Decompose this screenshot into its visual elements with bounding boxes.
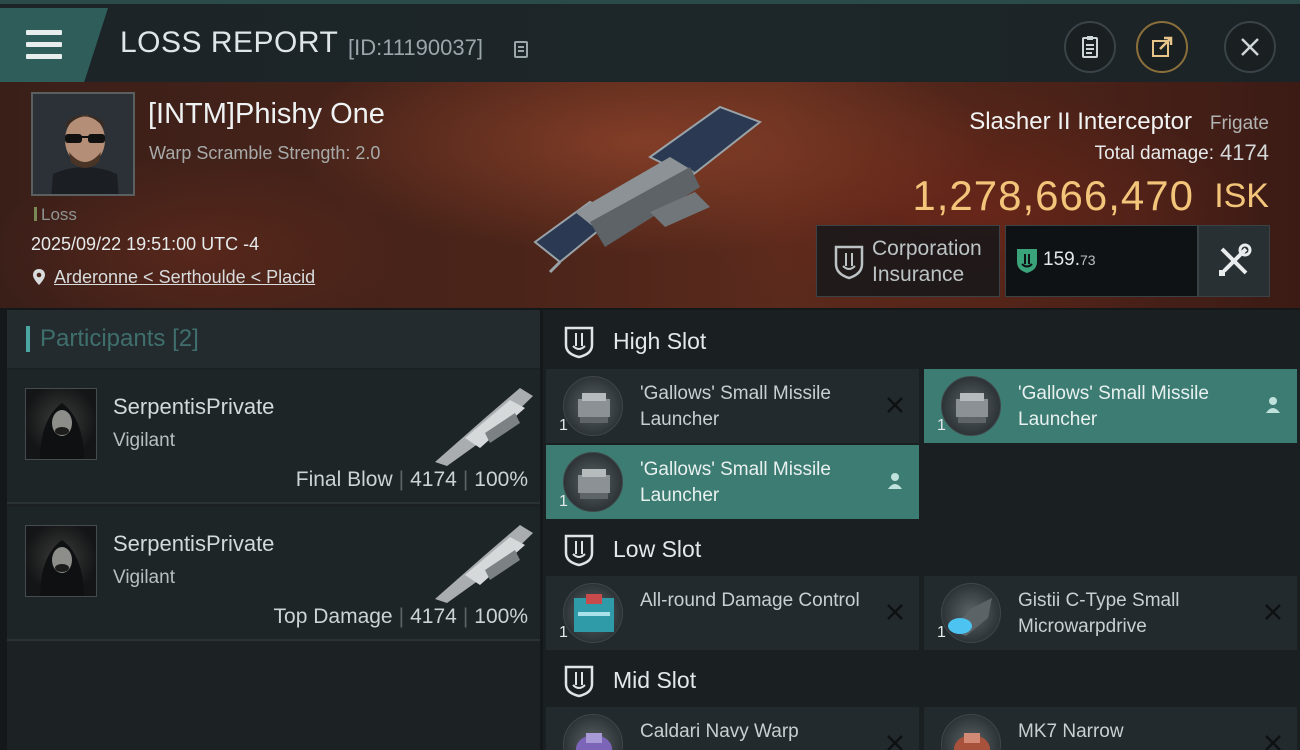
- module-item[interactable]: 1 Gistii C-Type Small Microwarpdrive: [924, 576, 1297, 650]
- module-qty: 1: [559, 624, 568, 641]
- total-damage-value: 4174: [1220, 140, 1269, 165]
- destroyed-x-icon: [1265, 735, 1281, 750]
- participant-ship: Vigilant: [113, 567, 175, 588]
- module-name: 'Gallows' Small Missile Launcher: [640, 459, 831, 506]
- dropped-person-icon: [1266, 397, 1280, 413]
- module-name: Gistii C-Type Small Microwarpdrive: [1018, 590, 1180, 637]
- participant-percent: 100%: [474, 605, 528, 628]
- module-item[interactable]: Caldari Navy Warp: [546, 707, 919, 750]
- victim-ship-image: [533, 105, 763, 274]
- low-slot-icon: [564, 534, 594, 567]
- fitting-button[interactable]: [1198, 225, 1270, 297]
- participant-ship-image: [435, 388, 533, 466]
- victim-pilot-name[interactable]: [INTM]Phishy One: [148, 98, 385, 131]
- destroyed-x-icon: [887, 604, 903, 620]
- copy-icon[interactable]: [514, 41, 528, 58]
- loss-tag: Loss: [34, 205, 77, 225]
- module-item[interactable]: 1 'Gallows' Small Missile Launcher: [546, 369, 919, 443]
- loss-datetime: 2025/09/22 19:51:00 UTC -4: [31, 234, 260, 254]
- mid-slot-title: Mid Slot: [613, 667, 697, 693]
- module-name: All-round Damage Control: [640, 590, 860, 611]
- destroyed-x-icon: [887, 735, 903, 750]
- clipboard-button[interactable]: [1064, 21, 1116, 73]
- report-id: [ID:11190037]: [348, 35, 483, 60]
- participants-accent-bar: [26, 326, 30, 352]
- mid-slot-icon: [564, 665, 594, 698]
- ship-class: Frigate: [1209, 113, 1269, 134]
- module-qty: 1: [937, 624, 946, 641]
- warp-scramble-strength: Warp Scramble Strength: 2.0: [149, 143, 381, 163]
- ship-name[interactable]: Slasher II Interceptor: [969, 108, 1192, 136]
- module-item[interactable]: 1 'Gallows' Small Missile Launcher: [546, 445, 919, 519]
- missile-launcher-icon: [563, 376, 623, 436]
- module-name: 'Gallows' Small Missile Launcher: [1018, 383, 1209, 430]
- share-button[interactable]: [1136, 21, 1188, 73]
- close-icon: [1241, 38, 1259, 56]
- security-status: 159.73: [1005, 225, 1198, 297]
- isk-unit: ISK: [1214, 177, 1269, 215]
- security-shield-icon: [1017, 249, 1037, 273]
- participant-name: SerpentisPrivate: [113, 531, 275, 556]
- participant-damage: 4174: [410, 605, 457, 628]
- menu-button[interactable]: [0, 8, 108, 82]
- damage-control-icon: [563, 583, 623, 643]
- participant-row[interactable]: SerpentisPrivate Vigilant Top Damage | 417…: [7, 507, 540, 641]
- module-item[interactable]: 1 'Gallows' Small Missile Launcher: [924, 369, 1297, 443]
- participant-row[interactable]: SerpentisPrivate Vigilant Final Blow | 417…: [7, 370, 540, 504]
- missile-launcher-icon: [941, 376, 1001, 436]
- page-title: LOSS REPORT: [120, 26, 339, 59]
- participants-count: [2]: [172, 325, 199, 352]
- dropped-person-icon: [888, 473, 902, 489]
- low-slot-header: Low Slot: [543, 520, 1298, 578]
- location-pin-icon: [33, 269, 45, 285]
- participant-role: Top Damage: [273, 605, 393, 628]
- high-slot-title: High Slot: [613, 328, 707, 354]
- missile-launcher-icon: [563, 452, 623, 512]
- high-slot-header: High Slot: [543, 312, 1298, 370]
- microwarpdrive-icon: [941, 583, 1001, 643]
- participant-percent: 100%: [474, 468, 528, 491]
- module-qty: 1: [937, 417, 946, 434]
- module-qty: 1: [559, 493, 568, 510]
- wrench-screwdriver-icon: [1219, 243, 1252, 276]
- total-damage-label: Total damage:: [1094, 143, 1214, 164]
- participant-avatar: [25, 525, 97, 597]
- high-slot-icon: [564, 326, 594, 359]
- module-item[interactable]: MK7 Narrow: [924, 707, 1297, 750]
- module-item[interactable]: 1 All-round Damage Control: [546, 576, 919, 650]
- participant-avatar: [25, 388, 97, 460]
- participant-stats: Final Blow | 4174 | 100%: [295, 468, 528, 491]
- insurance-label: Corporation Insurance: [872, 237, 982, 286]
- participants-title: Participants [2]: [40, 325, 199, 352]
- module-qty: 1: [559, 417, 568, 434]
- participant-stats: Top Damage | 4174 | 100%: [273, 605, 528, 628]
- security-value: 159.: [1043, 249, 1080, 270]
- participant-role: Final Blow: [295, 468, 393, 491]
- mid-slot-header: Mid Slot: [543, 651, 1298, 709]
- participant-name: SerpentisPrivate: [113, 394, 275, 419]
- clipboard-icon: [1082, 36, 1098, 58]
- warp-scrambler-icon: [563, 714, 623, 750]
- module-name: MK7 Narrow: [1018, 721, 1124, 742]
- close-button[interactable]: [1224, 21, 1276, 73]
- share-icon: [1152, 36, 1173, 57]
- security-decimals: 73: [1079, 252, 1096, 268]
- hamburger-icon: [26, 30, 62, 60]
- isk-value: 1,278,666,470: [912, 172, 1194, 219]
- destroyed-x-icon: [1265, 604, 1281, 620]
- participant-ship: Vigilant: [113, 430, 175, 451]
- participant-ship-image: [435, 525, 533, 603]
- location-link[interactable]: Arderonne < Serthoulde < Placid: [54, 267, 315, 288]
- participant-damage: 4174: [410, 468, 457, 491]
- module-name: 'Gallows' Small Missile Launcher: [640, 383, 831, 430]
- top-bar: LOSS REPORT [ID:11190037]: [0, 0, 1300, 82]
- corporation-insurance[interactable]: Corporation Insurance: [816, 225, 1000, 297]
- stasis-webifier-icon: [941, 714, 1001, 750]
- victim-avatar[interactable]: [31, 92, 135, 196]
- destroyed-x-icon: [887, 397, 903, 413]
- module-name: Caldari Navy Warp: [640, 721, 799, 742]
- corporation-shield-icon: [834, 245, 864, 280]
- low-slot-title: Low Slot: [613, 536, 702, 562]
